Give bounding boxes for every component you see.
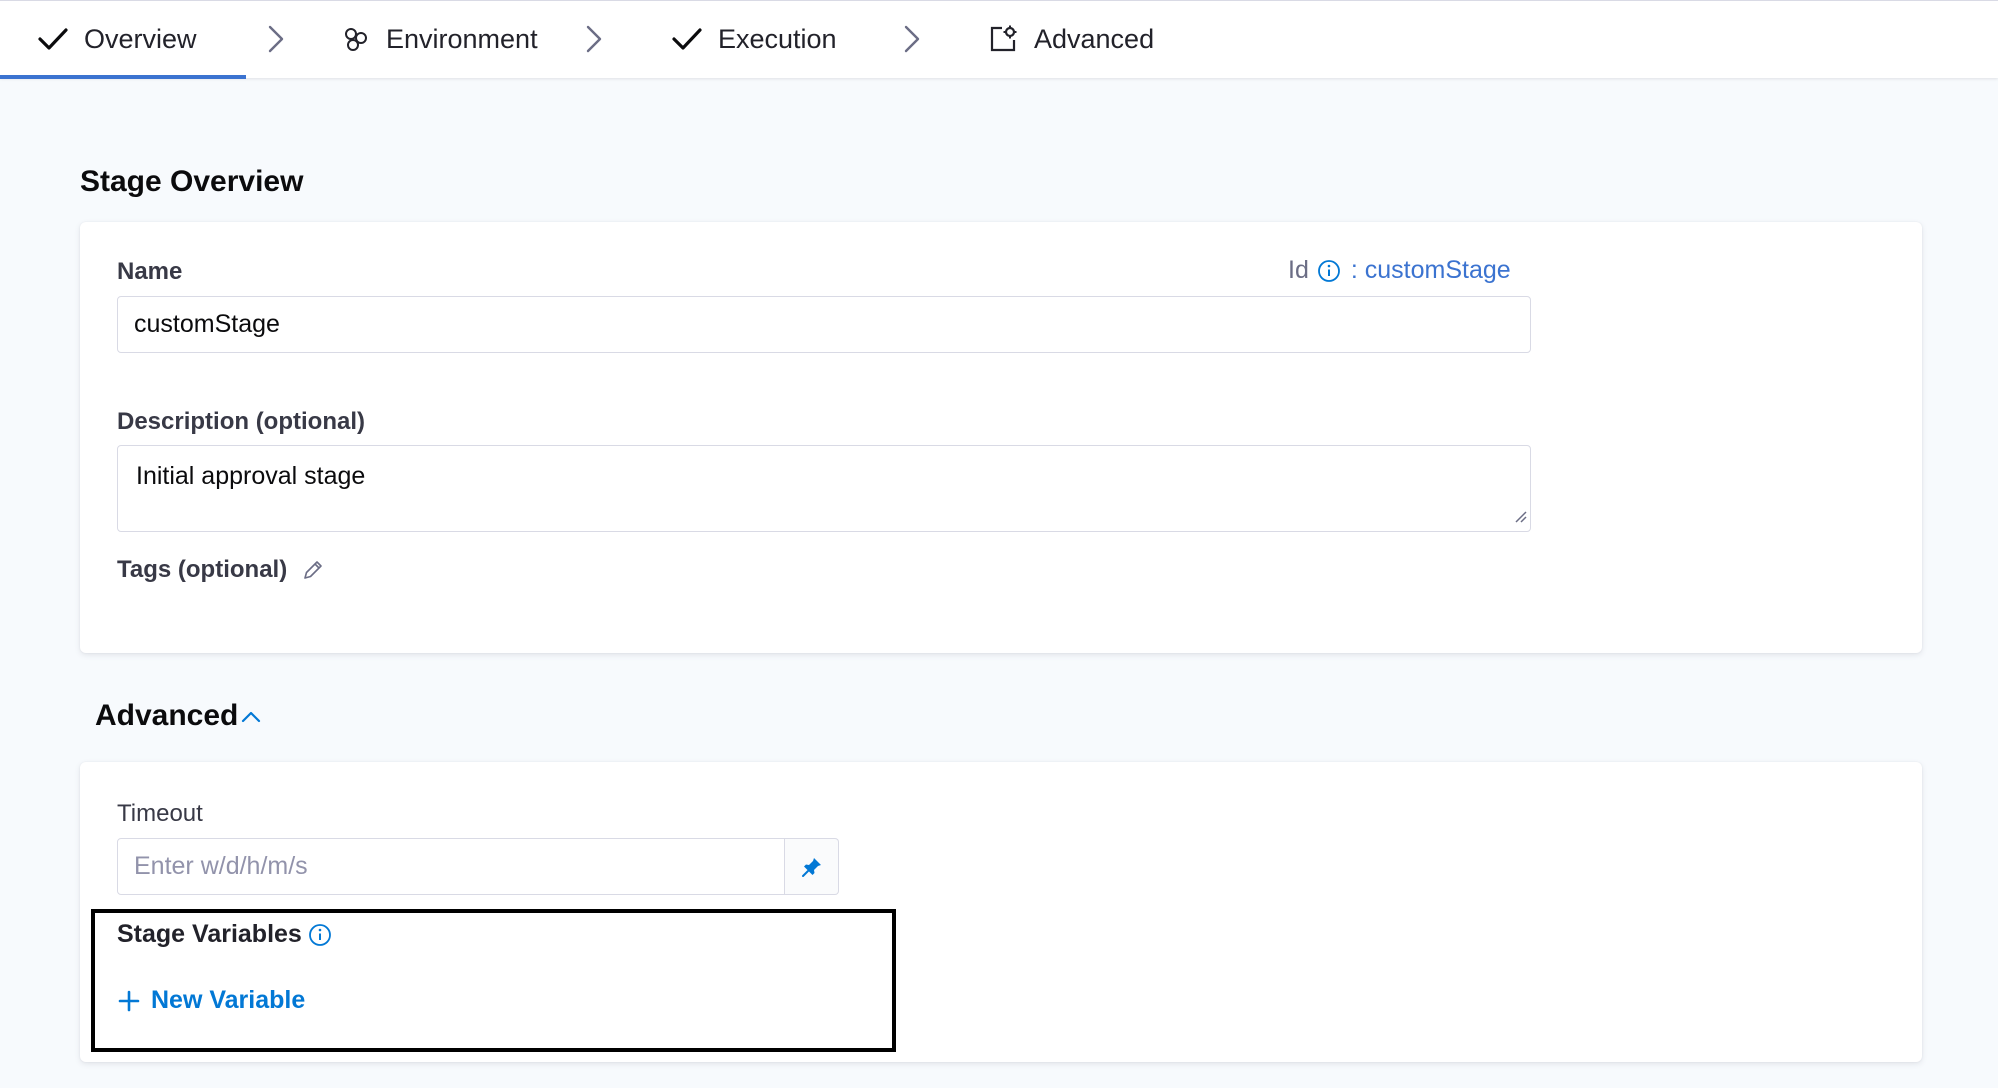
timeout-label: Timeout xyxy=(117,800,203,827)
description-textarea[interactable]: Initial approval stage xyxy=(117,445,1531,532)
tags-label: Tags (optional) xyxy=(117,556,288,583)
tab-execution[interactable]: Execution xyxy=(672,1,837,77)
check-icon xyxy=(38,27,68,51)
tab-overview[interactable]: Overview xyxy=(38,1,197,77)
description-textarea-wrap: Initial approval stage xyxy=(117,445,1531,532)
stage-name-input[interactable] xyxy=(117,296,1531,353)
active-tab-indicator xyxy=(0,75,246,79)
resize-handle-icon[interactable] xyxy=(1513,509,1527,528)
pin-button[interactable] xyxy=(785,838,839,895)
tab-label: Environment xyxy=(386,23,538,54)
stage-id-value: : customStage xyxy=(1350,256,1511,284)
advanced-title: Advanced xyxy=(95,699,239,732)
timeout-input[interactable] xyxy=(117,838,785,895)
environment-icon xyxy=(342,25,370,53)
tab-label: Execution xyxy=(718,23,837,54)
advanced-section-toggle[interactable]: Advanced xyxy=(95,699,262,733)
description-label: Description (optional) xyxy=(117,408,365,435)
advanced-settings-icon xyxy=(988,24,1018,54)
check-icon xyxy=(672,27,702,51)
pin-icon xyxy=(800,855,824,879)
tab-label: Overview xyxy=(84,23,197,54)
chevron-right-icon xyxy=(584,23,604,60)
name-label: Name xyxy=(117,258,183,285)
stage-overview-title: Stage Overview xyxy=(80,165,304,198)
pencil-edit-icon[interactable] xyxy=(301,558,325,582)
chevron-up-icon xyxy=(240,708,262,724)
tab-advanced[interactable]: Advanced xyxy=(988,1,1154,77)
tags-row: Tags (optional) xyxy=(117,556,325,584)
chevron-right-icon xyxy=(902,23,922,60)
stage-overview-card: Name Id : customStage Description (optio… xyxy=(80,222,1922,653)
stage-id-row: Id : customStage xyxy=(1288,256,1511,285)
stage-tab-bar: Overview Environment Execution Advanced xyxy=(0,0,1998,79)
highlight-box xyxy=(91,909,896,1052)
tab-environment[interactable]: Environment xyxy=(342,1,538,77)
info-icon[interactable] xyxy=(1317,259,1341,283)
tab-label: Advanced xyxy=(1034,23,1155,54)
chevron-right-icon xyxy=(266,23,286,60)
id-label: Id xyxy=(1288,256,1309,284)
